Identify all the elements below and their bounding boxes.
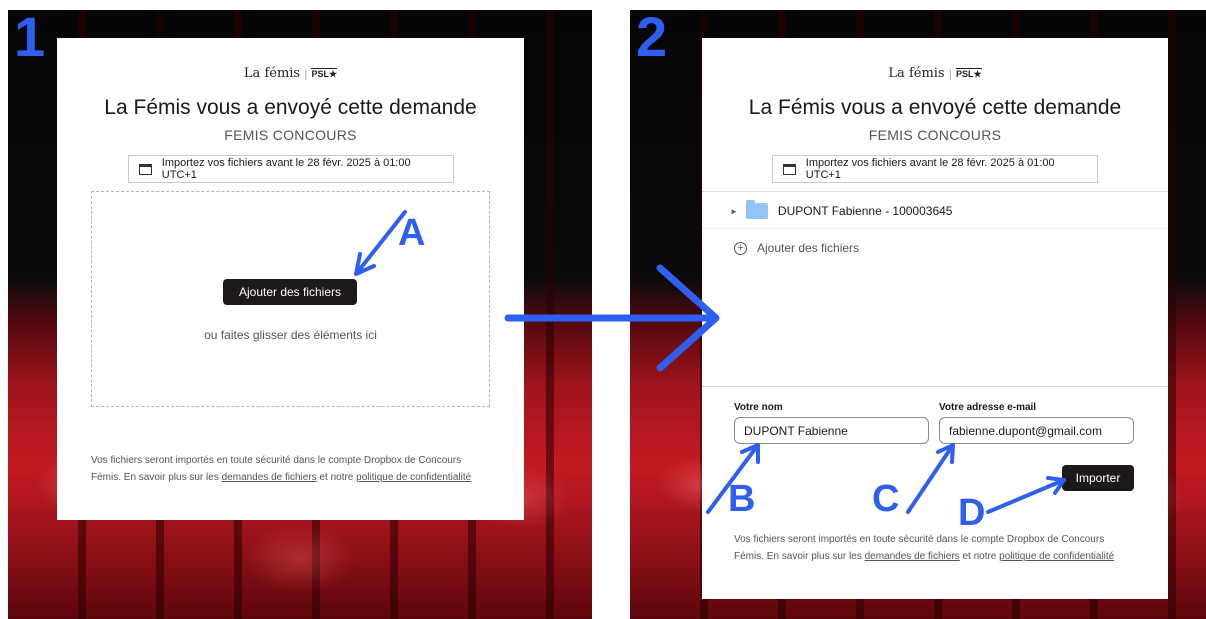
email-input[interactable] bbox=[939, 417, 1134, 444]
divider bbox=[702, 386, 1168, 387]
logo-separator: | bbox=[948, 69, 952, 80]
page-subtitle: FEMIS CONCOURS bbox=[868, 127, 1002, 143]
calendar-icon bbox=[139, 163, 152, 175]
logo: La fémis | PSL★ bbox=[702, 66, 1168, 81]
annotation-d: D bbox=[958, 492, 986, 534]
annotation-a: A bbox=[398, 212, 426, 254]
file-requests-link[interactable]: demandes de fichiers bbox=[222, 472, 317, 483]
plus-circle-icon: + bbox=[734, 241, 747, 255]
file-request-card: La fémis | PSL★ La Fémis vous a envoyé cet… bbox=[702, 38, 1168, 599]
divider bbox=[702, 228, 1168, 229]
drag-hint: ou faites glisser des éléments ici bbox=[204, 328, 377, 342]
step-number: 1 bbox=[14, 10, 46, 68]
footer-text-2: et notre bbox=[959, 551, 1000, 562]
logo-partner: PSL★ bbox=[311, 68, 338, 79]
page-subtitle: FEMIS CONCOURS bbox=[224, 127, 357, 143]
page-title: La Fémis vous a envoyé cette demande bbox=[748, 96, 1122, 119]
name-label: Votre nom bbox=[734, 402, 783, 413]
add-files-button[interactable]: Ajouter des fichiers bbox=[223, 279, 357, 305]
step-2-panel: 2 La fémis | PSL★ La Fémis vous a envoyé c… bbox=[630, 10, 1206, 619]
deadline-banner: Importez vos fichiers avant le 28 févr. … bbox=[772, 155, 1098, 183]
deadline-text: Importez vos fichiers avant le 28 févr. … bbox=[161, 157, 411, 181]
calendar-icon bbox=[783, 163, 796, 175]
folder-icon bbox=[745, 200, 768, 219]
logo-name: La fémis bbox=[888, 66, 945, 81]
step-number: 2 bbox=[636, 10, 668, 68]
logo: La fémis | PSL★ bbox=[57, 66, 524, 81]
logo-name: La fémis bbox=[243, 66, 301, 81]
file-request-card: La fémis | PSL★ La Fémis vous a envoyé cet… bbox=[57, 38, 524, 520]
annotation-c: C bbox=[872, 478, 900, 520]
email-label: Votre adresse e-mail bbox=[939, 402, 1037, 413]
privacy-policy-link[interactable]: politique de confidentialité bbox=[999, 551, 1114, 562]
import-button[interactable]: Importer bbox=[1062, 465, 1134, 491]
folder-item[interactable]: ► DUPONT Fabienne - 100003645 bbox=[730, 200, 953, 219]
privacy-policy-link[interactable]: politique de confidentialité bbox=[356, 472, 471, 483]
divider bbox=[702, 191, 1168, 192]
add-files-label: Ajouter des fichiers bbox=[757, 241, 860, 255]
annotation-b: B bbox=[728, 478, 756, 520]
folder-name: DUPONT Fabienne - 100003645 bbox=[777, 204, 953, 218]
file-requests-link[interactable]: demandes de fichiers bbox=[865, 551, 960, 562]
add-files-link[interactable]: + Ajouter des fichiers bbox=[734, 241, 859, 255]
drop-zone[interactable]: Ajouter des fichiers ou faites glisser d… bbox=[91, 191, 490, 407]
logo-partner: PSL★ bbox=[955, 68, 982, 79]
name-input[interactable] bbox=[734, 417, 929, 444]
footer-notice: Vos fichiers seront importés en toute sé… bbox=[734, 531, 1134, 565]
footer-text-2: et notre bbox=[316, 472, 357, 483]
step-1-panel: 1 La fémis | PSL★ La Fémis vous a envoyé c… bbox=[8, 10, 592, 619]
caret-right-icon[interactable]: ► bbox=[730, 207, 738, 216]
logo-separator: | bbox=[304, 69, 308, 80]
footer-notice: Vos fichiers seront importés en toute sé… bbox=[91, 452, 491, 486]
deadline-banner: Importez vos fichiers avant le 28 févr. … bbox=[128, 155, 454, 183]
deadline-text: Importez vos fichiers avant le 28 févr. … bbox=[805, 157, 1055, 181]
page-title: La Fémis vous a envoyé cette demande bbox=[104, 96, 477, 119]
